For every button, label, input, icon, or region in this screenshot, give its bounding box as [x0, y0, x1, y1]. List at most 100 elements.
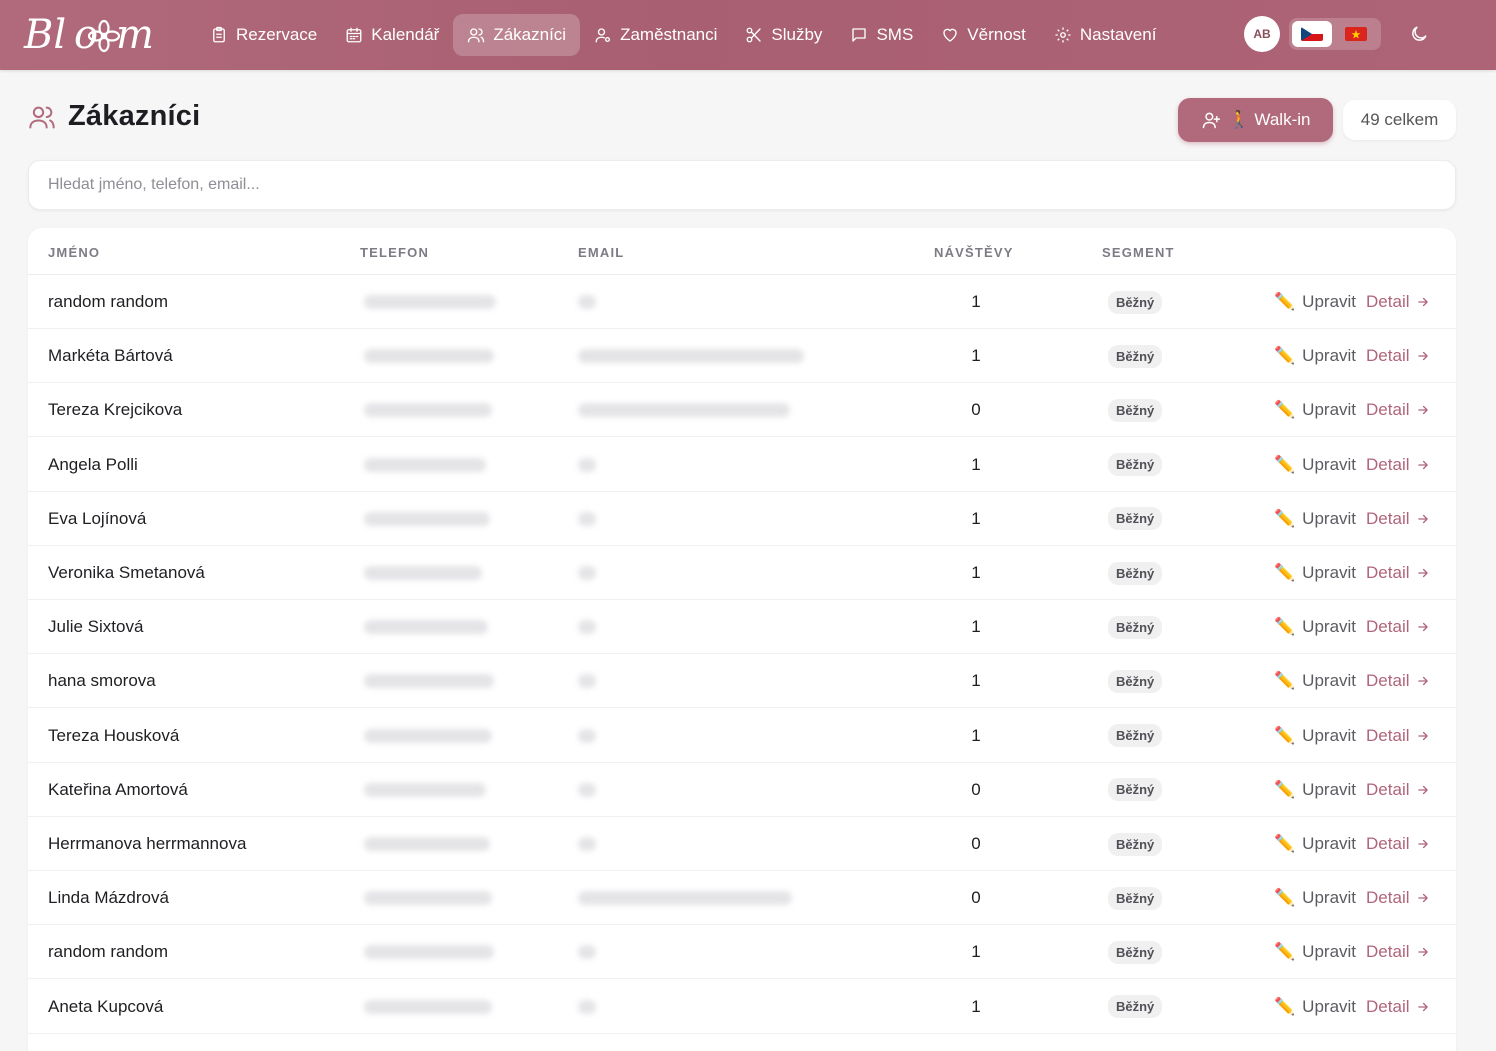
detail-label: Detail: [1366, 292, 1410, 311]
table-row[interactable]: Angela Polli 1 Běžný ✏️ Upravit Detail: [28, 438, 1456, 492]
table-row[interactable]: Julie Sixtová 1 Běžný ✏️ Upravit Detail: [28, 600, 1456, 655]
detail-link[interactable]: Detail: [1366, 780, 1429, 800]
detail-link[interactable]: Detail: [1366, 455, 1429, 475]
customer-email: [578, 383, 790, 437]
table-row[interactable]: random random 1 Běžný ✏️ Upravit Detail: [28, 275, 1456, 329]
scissors-icon: [746, 27, 762, 43]
edit-button[interactable]: ✏️ Upravit: [1274, 346, 1356, 366]
nav-item-kalendar[interactable]: Kalendář: [331, 14, 453, 56]
edit-button[interactable]: ✏️ Upravit: [1274, 997, 1356, 1017]
nav-item-sluzby[interactable]: Služby: [731, 14, 836, 56]
row-actions: ✏️ Upravit Detail: [1274, 492, 1430, 546]
customer-name: Veronika Smetanová: [48, 563, 205, 582]
segment-cell: Běžný: [1108, 438, 1163, 492]
table-row[interactable]: hana smorova 1 Běžný ✏️ Upravit Detail: [28, 654, 1456, 709]
redacted-email: [578, 403, 790, 418]
table-row[interactable]: Eva Lojínová 1 Běžný ✏️ Upravit Detail: [28, 492, 1456, 546]
table-row[interactable]: Tereza Housková 1 Běžný ✏️ Upravit Detail: [28, 709, 1456, 763]
segment-cell: Běžný: [1108, 980, 1163, 1034]
heart-icon: [943, 28, 957, 42]
redacted-phone: [364, 999, 492, 1014]
arrow-right-icon: [1417, 839, 1428, 849]
customer-email: [578, 438, 596, 492]
table-row[interactable]: Aneta Kupcová 1 Běžný ✏️ Upravit Detail: [28, 980, 1456, 1034]
detail-link[interactable]: Detail: [1366, 292, 1429, 312]
edit-button[interactable]: ✏️ Upravit: [1274, 834, 1356, 854]
detail-link[interactable]: Detail: [1366, 942, 1429, 962]
detail-link[interactable]: Detail: [1366, 563, 1429, 583]
avatar[interactable]: AB: [1244, 16, 1280, 52]
detail-link[interactable]: Detail: [1366, 834, 1429, 854]
edit-button[interactable]: ✏️ Upravit: [1274, 780, 1356, 800]
edit-button[interactable]: ✏️ Upravit: [1274, 509, 1356, 529]
customer-email: [578, 275, 596, 329]
search-input[interactable]: [28, 160, 1456, 210]
segment-badge: Běžný: [1108, 615, 1163, 639]
table-row[interactable]: Kateřina Amortová 0 Běžný ✏️ Upravit Detail: [28, 763, 1456, 817]
table-row[interactable]: Herrmanova herrmannova 0 Běžný ✏️ Upravit Det…: [28, 817, 1456, 871]
table-row[interactable]: Markéta Bártová 1 Běžný ✏️ Upravit Detail: [28, 329, 1456, 384]
nav-item-zamestnanci[interactable]: Zaměstnanci: [580, 14, 731, 56]
edit-label: Upravit: [1302, 346, 1357, 366]
row-actions: ✏️ Upravit Detail: [1274, 925, 1430, 979]
nav-item-nastaveni[interactable]: Nastavení: [1040, 14, 1171, 56]
pencil-icon: ✏️: [1274, 617, 1296, 637]
lang-czech[interactable]: [1292, 21, 1332, 47]
detail-link[interactable]: Detail: [1366, 400, 1429, 420]
detail-link[interactable]: Detail: [1366, 888, 1429, 908]
theme-toggle[interactable]: [1407, 22, 1431, 46]
edit-label: Upravit: [1302, 292, 1357, 311]
nav-item-sms[interactable]: SMS: [836, 14, 927, 56]
nav-item-vernost[interactable]: Věrnost: [927, 14, 1040, 56]
customer-phone: [364, 275, 496, 329]
column-header-phone[interactable]: TELEFON: [360, 245, 429, 260]
visit-count: 1: [971, 346, 981, 366]
pencil-icon: ✏️: [1274, 563, 1296, 582]
arrow-right-icon: [1417, 731, 1428, 740]
edit-button[interactable]: ✏️ Upravit: [1274, 400, 1356, 420]
pencil-icon: ✏️: [1274, 346, 1296, 366]
visit-count: 1: [971, 617, 981, 637]
detail-link[interactable]: Detail: [1366, 509, 1429, 529]
table-row[interactable]: Tereza Krejcikova 0 Běžný ✏️ Upravit Detail: [28, 383, 1456, 438]
edit-button[interactable]: ✏️ Upravit: [1274, 292, 1356, 312]
visit-count: 0: [971, 888, 981, 908]
column-header-name[interactable]: JMÉNO: [48, 245, 100, 260]
edit-button[interactable]: ✏️ Upravit: [1274, 726, 1356, 746]
edit-button[interactable]: ✏️ Upravit: [1274, 617, 1356, 637]
pencil-icon: ✏️: [1274, 400, 1296, 420]
edit-button[interactable]: ✏️ Upravit: [1274, 455, 1356, 475]
column-header-visits[interactable]: NÁVŠTĚVY: [934, 245, 1014, 260]
detail-link[interactable]: Detail: [1366, 346, 1429, 366]
segment-cell: Běžný: [1108, 817, 1163, 871]
detail-link[interactable]: Detail: [1366, 726, 1429, 746]
column-header-segment[interactable]: SEGMENT: [1102, 245, 1175, 260]
walk-in-button[interactable]: 🚶 Walk-in: [1178, 98, 1333, 142]
edit-button[interactable]: ✏️ Upravit: [1274, 942, 1356, 962]
segment-cell: Běžný: [1108, 600, 1163, 654]
detail-link[interactable]: Detail: [1366, 671, 1429, 691]
segment-badge: Běžný: [1108, 778, 1163, 802]
redacted-email: [578, 999, 596, 1014]
customer-email: [578, 654, 596, 708]
pencil-icon: ✏️: [1274, 779, 1296, 799]
table-row[interactable]: random random 1 Běžný ✏️ Upravit Detail: [28, 925, 1456, 980]
detail-link[interactable]: Detail: [1366, 997, 1429, 1017]
segment-cell: Běžný: [1108, 763, 1163, 817]
pencil-icon: ✏️: [1274, 996, 1296, 1016]
detail-link[interactable]: Detail: [1366, 617, 1429, 637]
detail-label: Detail: [1366, 942, 1410, 962]
lang-vietnamese[interactable]: [1336, 21, 1376, 47]
nav-item-rezervace[interactable]: Rezervace: [196, 14, 331, 56]
edit-button[interactable]: ✏️ Upravit: [1274, 563, 1356, 583]
edit-button[interactable]: ✏️ Upravit: [1274, 671, 1356, 691]
table-row[interactable]: Veronika Smetanová 1 Běžný ✏️ Upravit Detail: [28, 546, 1456, 600]
table-row[interactable]: Linda Mázdrová 0 Běžný ✏️ Upravit Detail: [28, 871, 1456, 926]
column-header-email[interactable]: EMAIL: [578, 245, 624, 260]
customer-name: random random: [48, 292, 169, 311]
nav-item-zakaznici[interactable]: Zákazníci: [453, 14, 581, 56]
row-actions: ✏️ Upravit Detail: [1274, 763, 1430, 817]
edit-button[interactable]: ✏️ Upravit: [1274, 888, 1356, 908]
page-title: Zákazníci: [68, 100, 201, 132]
blossom-logo[interactable]: Bl o m: [22, 10, 162, 58]
